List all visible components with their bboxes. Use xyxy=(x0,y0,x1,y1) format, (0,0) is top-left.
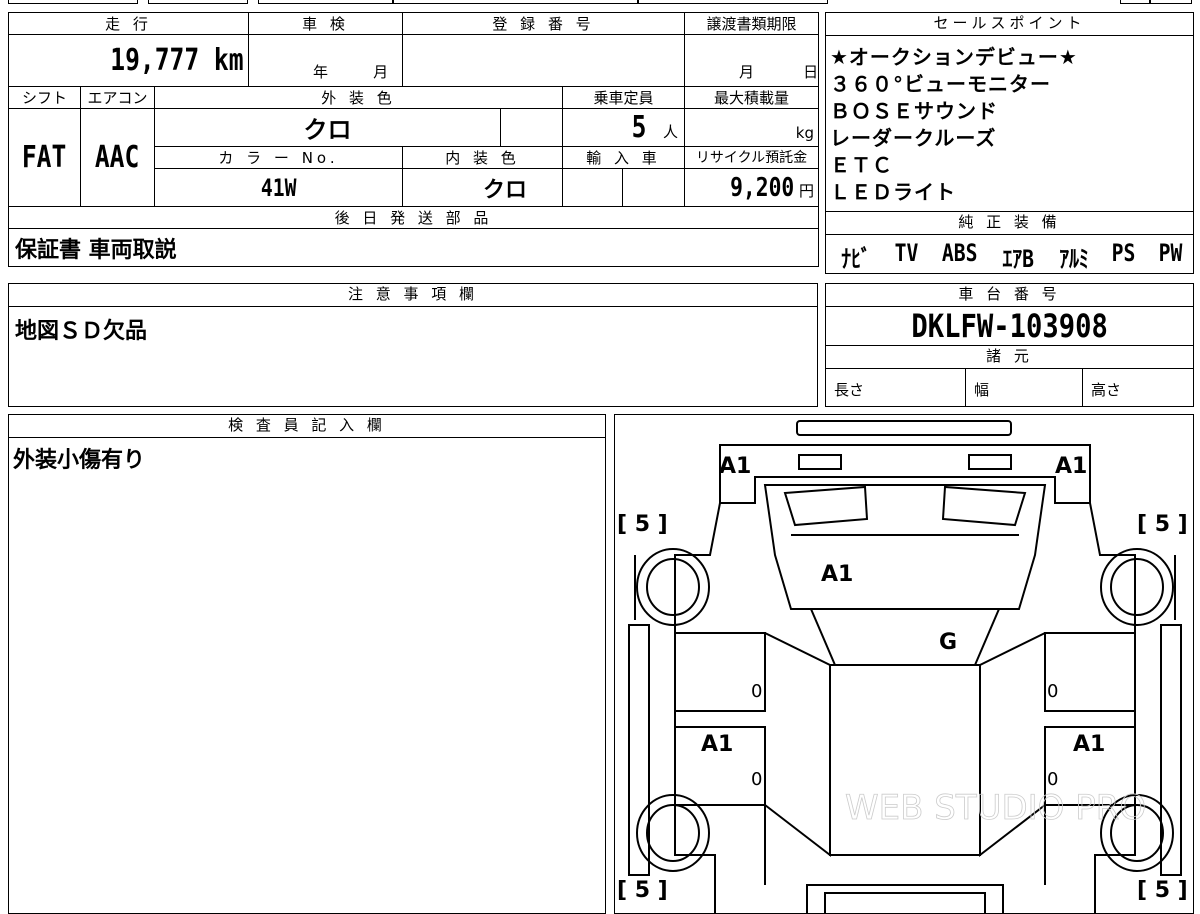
later-parts-value-cell: 保証書 車両取説 xyxy=(7,228,820,267)
aircon-value: AAC xyxy=(95,140,140,175)
inspector-header: 検 査 員 記 入 欄 xyxy=(9,415,605,438)
capacity-header: 乗車定員 xyxy=(562,86,686,109)
mark-windshield: G xyxy=(939,630,957,655)
color-no-value-cell: 41W xyxy=(153,168,404,207)
interior-color-value: クロ xyxy=(483,177,528,203)
vehicle-info-table: 走 行 車 検 登 録 番 号 譲渡書類期限 19,777 km 年 月 月 日… xyxy=(7,12,820,267)
interior-color-header: 内 装 色 xyxy=(402,146,564,169)
equipment-nav: ﾅﾋﾞ xyxy=(841,245,871,273)
equipment-header: 純 正 装 備 xyxy=(826,212,1193,235)
transfer-deadline-header: 譲渡書類期限 xyxy=(684,12,820,35)
mark-right-door: A1 xyxy=(1073,732,1105,757)
shift-header: シフト xyxy=(8,86,81,109)
equipment-alloy: ｱﾙﾐ xyxy=(1058,245,1089,273)
sales-point-5: ＥＴＣ xyxy=(830,153,893,177)
sales-point-6: ＬＥＤライト xyxy=(830,180,956,204)
color-no-header: カ ラ ー No. xyxy=(153,146,404,169)
spec-length: 長さ xyxy=(826,369,966,407)
tire-label-rear-right: [ 5 ] xyxy=(1137,878,1188,903)
mark-zero-left-rear: 0 xyxy=(751,769,762,790)
interior-color-value-cell: クロ 系 xyxy=(402,168,564,207)
sales-point-3: ＢＯＳＥサウンド xyxy=(830,99,998,123)
shift-value: FAT xyxy=(22,140,67,175)
capacity-value-cell: 5 人 xyxy=(562,108,686,147)
equipment-tv: TV xyxy=(894,239,919,267)
tire-label-front-left: [ 5 ] xyxy=(617,512,668,537)
sales-points-header: セールスポイント xyxy=(826,13,1193,36)
aircon-value-cell: AAC xyxy=(80,108,155,207)
equipment-pw: PW xyxy=(1158,239,1183,267)
chassis-box: 車 台 番 号 DKLFW-103908 諸 元 長さ 幅 高さ xyxy=(825,283,1194,407)
equipment-ps: PS xyxy=(1111,239,1136,267)
exterior-color-extra-cell xyxy=(500,108,564,147)
exterior-color-value-cell: クロ xyxy=(153,108,502,147)
specs-header: 諸 元 xyxy=(826,346,1193,369)
capacity-unit: 人 xyxy=(663,123,679,141)
equipment-box: 純 正 装 備 ﾅﾋﾞ TV ABS ｴｱB ｱﾙﾐ PS PW xyxy=(825,211,1194,274)
equipment-abs: ABS xyxy=(942,239,978,267)
recycle-header: リサイクル預託金 xyxy=(684,146,820,169)
tire-label-front-right: [ 5 ] xyxy=(1137,512,1188,537)
notes-box: 注 意 事 項 欄 地図ＳＤ欠品 xyxy=(8,283,818,407)
color-no-value: 41W xyxy=(260,173,297,202)
mileage-value: 19,777 km xyxy=(110,43,245,78)
sales-point-2: ３６０°ビューモニター xyxy=(830,72,1051,96)
mark-left-door: A1 xyxy=(701,732,733,757)
spec-width: 幅 xyxy=(966,369,1083,407)
mark-front-left: A1 xyxy=(719,454,751,479)
import-header: 輸 入 車 xyxy=(562,146,686,169)
sales-point-1: ★オークションデビュー★ xyxy=(830,45,1078,69)
exterior-color-value: クロ xyxy=(303,116,352,144)
deadline-month-unit: 月 xyxy=(739,63,755,81)
chassis-value: DKLFW-103908 xyxy=(911,307,1108,345)
inspector-box: 検 査 員 記 入 欄 外装小傷有り xyxy=(8,414,606,914)
equipment-airbag: ｴｱB xyxy=(1002,245,1035,273)
chassis-value-cell: DKLFW-103908 xyxy=(826,307,1193,346)
mileage-header: 走 行 xyxy=(7,12,250,35)
inspector-text: 外装小傷有り xyxy=(13,448,146,473)
notes-text: 地図ＳＤ欠品 xyxy=(15,319,148,344)
recycle-value-cell: 9,200 円 xyxy=(684,168,820,207)
later-parts-header: 後 日 発 送 部 品 xyxy=(7,206,820,229)
tire-label-rear-left: [ 5 ] xyxy=(617,878,668,903)
shift-value-cell: FAT xyxy=(8,108,81,207)
top-strip xyxy=(0,0,1200,6)
max-load-header: 最大積載量 xyxy=(684,86,820,109)
capacity-value: 5 xyxy=(631,110,647,145)
deadline-day-unit: 日 xyxy=(803,63,819,81)
recycle-unit: 円 xyxy=(799,181,815,200)
max-load-unit: kg xyxy=(795,124,815,142)
recycle-value: 9,200 xyxy=(729,172,794,203)
spec-height: 高さ xyxy=(1091,381,1122,399)
car-diagram-box: A1 A1 A1 G A1 A1 0 0 0 0 [ 5 ] [ 5 ] [ 5… xyxy=(614,414,1194,914)
import-value-cell-1 xyxy=(562,168,624,207)
car-diagram-svg: A1 A1 A1 G A1 A1 0 0 0 0 [ 5 ] [ 5 ] [ 5… xyxy=(617,420,1188,913)
sales-points-box: セールスポイント ★オークションデビュー★ ３６０°ビューモニター ＢＯＳＥサウ… xyxy=(825,12,1194,212)
mark-hood: A1 xyxy=(821,562,853,587)
registration-value-cell xyxy=(402,34,686,87)
mark-zero-left-front: 0 xyxy=(751,681,762,702)
max-load-value-cell: kg xyxy=(684,108,820,147)
watermark: WEB STUDIO PRO xyxy=(845,788,1146,828)
mark-zero-right-front: 0 xyxy=(1047,681,1058,702)
mark-zero-right-rear: 0 xyxy=(1047,769,1058,790)
registration-header: 登 録 番 号 xyxy=(402,12,686,35)
inspection-month-unit: 月 xyxy=(373,63,389,81)
sales-point-4: レーダークルーズ xyxy=(830,126,997,150)
aircon-header: エアコン xyxy=(80,86,155,109)
inspection-header: 車 検 xyxy=(248,12,404,35)
deadline-value-cell: 月 日 xyxy=(684,34,820,87)
later-parts-value: 保証書 車両取説 xyxy=(15,237,177,263)
inspection-year-unit: 年 xyxy=(313,63,329,81)
notes-header: 注 意 事 項 欄 xyxy=(9,284,817,307)
chassis-header: 車 台 番 号 xyxy=(826,284,1193,307)
mileage-value-cell: 19,777 km xyxy=(7,34,250,87)
inspection-value-cell: 年 月 xyxy=(248,34,404,87)
mark-front-right: A1 xyxy=(1055,454,1087,479)
exterior-color-header: 外 装 色 xyxy=(153,86,564,109)
import-value-cell-2 xyxy=(622,168,686,207)
